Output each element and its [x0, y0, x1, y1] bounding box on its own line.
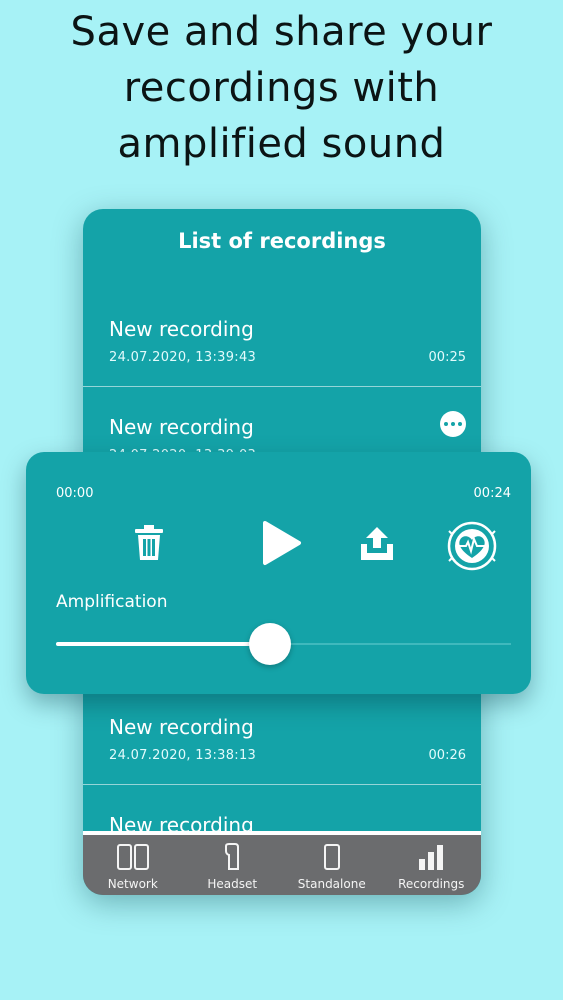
- recording-item[interactable]: New recording 24.07.2020, 13:39:43 00:25: [83, 289, 481, 387]
- share-icon: [361, 527, 393, 560]
- headset-icon: [225, 843, 240, 870]
- headline-line-1: Save and share your: [70, 9, 493, 55]
- list-title: List of recordings: [178, 229, 386, 253]
- recording-date: 24.07.2020, 13:38:13: [109, 748, 257, 763]
- tab-label: Standalone: [297, 877, 366, 891]
- recording-duration: 00:26: [428, 748, 466, 763]
- tab-headset[interactable]: Headset: [183, 835, 283, 895]
- standalone-icon: [323, 844, 340, 870]
- more-options-button[interactable]: [440, 411, 466, 437]
- headline-line-2: recordings with: [123, 65, 440, 111]
- play-icon: [263, 521, 301, 565]
- recording-name: New recording: [109, 415, 254, 439]
- recording-name: New recording: [109, 715, 254, 739]
- recording-name: New recording: [109, 317, 254, 341]
- time-elapsed: 00:00: [56, 486, 94, 501]
- headline-line-3: amplified sound: [117, 121, 446, 167]
- amplification-label: Amplification: [56, 592, 168, 612]
- share-button[interactable]: [359, 526, 395, 566]
- time-total: 00:24: [473, 486, 511, 501]
- tab-network[interactable]: Network: [83, 835, 183, 895]
- recording-item[interactable]: New recording 24.07.2020, 13:38:13 00:26: [83, 687, 481, 785]
- tab-label: Network: [107, 877, 158, 891]
- player-panel: 00:00 00:24 Amplification: [26, 452, 531, 694]
- network-icon: [116, 844, 149, 870]
- more-dot-icon: [444, 422, 448, 426]
- play-button[interactable]: [262, 520, 302, 570]
- amplification-slider[interactable]: [56, 623, 511, 665]
- recordings-icon: [419, 845, 444, 870]
- more-dot-icon: [451, 422, 455, 426]
- amplify-toggle-button[interactable]: [446, 520, 498, 576]
- tab-standalone[interactable]: Standalone: [282, 835, 382, 895]
- tab-bar: Network Headset Standalone Recordings: [83, 831, 481, 895]
- trash-icon: [135, 525, 163, 560]
- heart-amplify-icon: [447, 521, 497, 571]
- tab-label: Headset: [207, 877, 258, 891]
- tab-recordings[interactable]: Recordings: [382, 835, 482, 895]
- delete-button[interactable]: [134, 522, 164, 566]
- headline: Save and share your recordings with ampl…: [0, 4, 563, 172]
- recording-duration: 00:25: [428, 350, 466, 365]
- more-dot-icon: [458, 422, 462, 426]
- tab-label: Recordings: [398, 877, 465, 891]
- recording-date: 24.07.2020, 13:39:43: [109, 350, 257, 365]
- slider-thumb[interactable]: [249, 623, 291, 665]
- slider-fill: [56, 642, 270, 646]
